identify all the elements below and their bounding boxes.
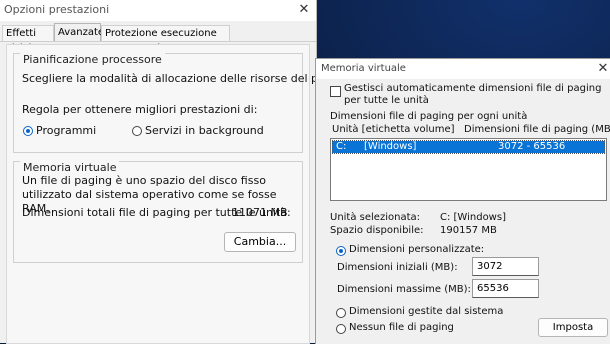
col-header-drive: Unità [etichetta volume] — [332, 124, 455, 135]
col-header-size: Dimensioni file di paging (MB) — [464, 124, 610, 135]
window-title: Opzioni prestazioni — [4, 3, 110, 16]
change-button[interactable]: Cambia... — [224, 232, 296, 252]
processor-scheduling-group: Pianificazione processore Scegliere la m… — [13, 53, 375, 153]
available-space-label: Spazio disponibile: — [330, 225, 424, 236]
selected-drive-value: C: [Windows] — [440, 212, 506, 223]
initial-size-input[interactable]: 3072 — [472, 257, 539, 276]
programs-label: Programmi — [36, 124, 97, 137]
auto-manage-checkbox[interactable] — [330, 86, 341, 97]
close-icon[interactable]: ✕ — [296, 2, 312, 18]
total-paging-value: 11071 MB — [232, 206, 288, 219]
background-services-label: Servizi in background — [145, 124, 264, 137]
performance-options-window: Opzioni prestazioni ✕ Effetti visivi Ava… — [0, 0, 375, 344]
auto-manage-label: Gestisci automaticamente dimensioni file… — [344, 83, 602, 106]
set-button[interactable]: Imposta — [538, 318, 608, 337]
tab-strip: Effetti visivi Avanzate Protezione esecu… — [0, 23, 316, 54]
adjust-label: Regola per ottenere migliori prestazioni… — [22, 103, 258, 116]
paging-section-header: Dimensioni file di paging per ogni unità — [330, 111, 528, 122]
programs-radio[interactable] — [23, 126, 33, 136]
system-managed-label: Dimensioni gestite dal sistema — [349, 306, 504, 317]
initial-size-label: Dimensioni iniziali (MB): — [337, 262, 458, 273]
system-managed-radio[interactable] — [336, 308, 346, 318]
background-services-radio[interactable] — [132, 126, 142, 136]
max-size-input[interactable]: 65536 — [472, 279, 539, 298]
custom-size-label: Dimensioni personalizzate: — [349, 244, 485, 255]
tab-divider — [0, 41, 316, 42]
virtual-memory-group: Memoria virtuale Un file di paging è uno… — [13, 161, 303, 263]
group-title: Pianificazione processore — [20, 53, 165, 66]
tab-advanced[interactable]: Avanzate — [54, 23, 104, 42]
focus-rectangle — [332, 140, 605, 154]
window-title: Memoria virtuale — [321, 63, 406, 74]
tab-dep[interactable]: Protezione esecuzione programmi — [101, 25, 230, 54]
title-bar: Opzioni prestazioni ✕ — [0, 0, 316, 21]
tab-visual-effects[interactable]: Effetti visivi — [2, 25, 54, 54]
title-bar: Memoria virtuale ✕ — [316, 59, 610, 79]
available-space-value: 190157 MB — [440, 225, 497, 236]
selected-drive-label: Unità selezionata: — [330, 212, 420, 223]
no-paging-label: Nessun file di paging — [349, 322, 454, 333]
drives-listbox[interactable]: C: [Windows] 3072 - 65536 — [330, 138, 607, 201]
no-paging-radio[interactable] — [336, 324, 346, 334]
close-icon[interactable]: ✕ — [596, 61, 610, 77]
max-size-label: Dimensioni massime (MB): — [337, 284, 471, 295]
advanced-tab-panel: Pianificazione processore Scegliere la m… — [6, 44, 375, 344]
group-title: Memoria virtuale — [20, 161, 120, 174]
virtual-memory-window: Memoria virtuale ✕ Gestisci automaticame… — [315, 58, 610, 344]
custom-size-radio[interactable] — [336, 246, 346, 256]
